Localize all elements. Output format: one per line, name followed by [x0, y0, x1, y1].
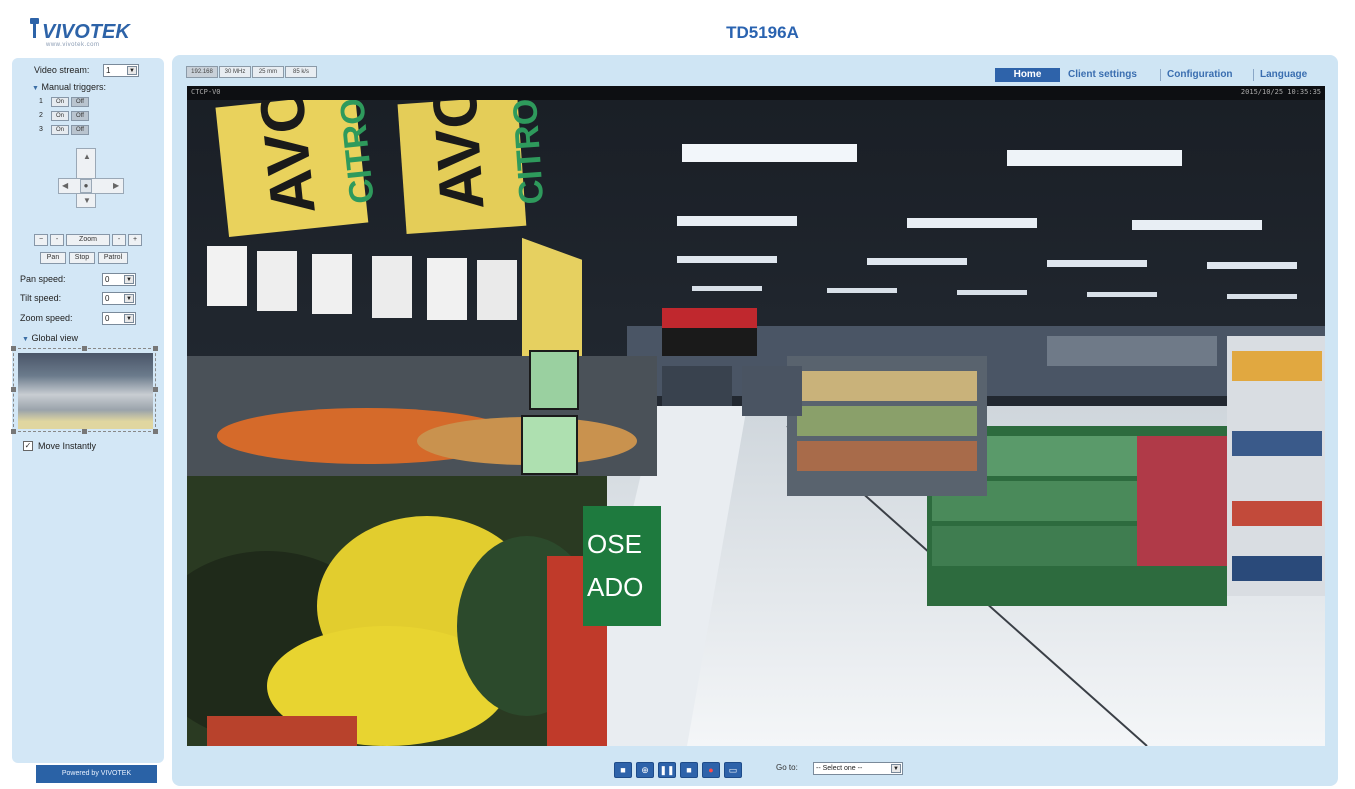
zoom-in-button[interactable]: + [128, 234, 142, 246]
pan-button[interactable]: Pan [40, 252, 66, 264]
collapse-triangle-icon: ▼ [32, 85, 39, 92]
zoom-step-in-button[interactable]: - [112, 234, 126, 246]
video-sign-text: OSE [587, 529, 642, 559]
pan-speed-value: 0 [105, 275, 110, 284]
video-stream-label: Video stream: [34, 65, 90, 75]
stream-tab-3[interactable]: 25 mm [252, 66, 284, 78]
goto-label: Go to: [776, 763, 798, 772]
fullscreen-button[interactable]: ▭ [724, 762, 742, 778]
stop-video-button[interactable]: ■ [680, 762, 698, 778]
trigger-2-off-button[interactable]: Off [71, 111, 89, 121]
chevron-down-icon: ▼ [124, 294, 134, 303]
pause-button[interactable]: ❚❚ [658, 762, 676, 778]
global-view-thumbnail[interactable] [18, 353, 153, 429]
logo-tagline: www.vivotek.com [46, 42, 100, 48]
tilt-speed-select[interactable]: 0 ▼ [102, 292, 136, 305]
goto-value: -- Select one -- [816, 765, 863, 772]
nav-configuration[interactable]: Configuration [1167, 68, 1233, 82]
snapshot-button[interactable]: ■ [614, 762, 632, 778]
arrow-right-icon[interactable]: ▶ [113, 181, 119, 190]
app-root: VIVOTEK www.vivotek.com Video stream: 1 … [0, 0, 1355, 789]
page-title: TD5196A [726, 23, 799, 42]
trigger-index-1: 1 [39, 98, 43, 105]
digital-zoom-button[interactable]: ⊕ [636, 762, 654, 778]
arrow-left-icon[interactable]: ◀ [62, 181, 68, 190]
video-scene: AVO CITRON AVO CITRON OSE ADO [187, 86, 1325, 746]
arrow-down-icon[interactable]: ▼ [83, 196, 91, 205]
video-caption-left: CTCP-V0 [191, 88, 221, 96]
goto-select[interactable]: -- Select one -- ▼ [813, 762, 903, 775]
tilt-speed-value: 0 [105, 294, 110, 303]
stream-tab-2[interactable]: 30 MHz [219, 66, 251, 78]
stop-button[interactable]: Stop [69, 252, 95, 264]
global-view-header[interactable]: ▼ Global view [22, 333, 78, 343]
nav-language[interactable]: Language [1260, 68, 1307, 82]
chevron-down-icon: ▼ [124, 314, 134, 323]
resize-handle[interactable] [11, 429, 16, 434]
resize-handle[interactable] [153, 387, 158, 392]
collapse-triangle-icon: ▼ [22, 336, 29, 343]
powered-by-badge: Powered by VIVOTEK [36, 765, 157, 783]
record-icon: ● [708, 765, 714, 775]
move-instantly-label: Move Instantly [38, 441, 97, 451]
svg-text:AVO: AVO [420, 86, 498, 212]
stop-icon: ■ [686, 765, 692, 775]
video-caption-bar: CTCP-V0 2015/10/25 10:35:35 [187, 86, 1325, 100]
zoom-speed-select[interactable]: 0 ▼ [102, 312, 136, 325]
chevron-down-icon: ▼ [124, 275, 134, 284]
fullscreen-icon: ▭ [728, 765, 738, 775]
nav-home[interactable]: Home [995, 68, 1060, 82]
chevron-down-icon: ▼ [127, 66, 137, 75]
pause-icon: ❚❚ [659, 765, 675, 775]
stream-tab-4[interactable]: 85 k/s [285, 66, 317, 78]
left-panel: VIVOTEK www.vivotek.com Video stream: 1 … [0, 0, 170, 789]
resize-handle[interactable] [153, 429, 158, 434]
record-button[interactable]: ● [702, 762, 720, 778]
tilt-speed-label: Tilt speed: [20, 293, 62, 303]
patrol-button[interactable]: Patrol [98, 252, 128, 264]
trigger-1-on-button[interactable]: On [51, 97, 69, 107]
zoom-speed-value: 0 [105, 314, 110, 323]
nav-separator [1253, 69, 1254, 81]
logo-text: VIVOTEK [42, 21, 131, 43]
video-timestamp: 2015/10/25 10:35:35 [1240, 88, 1321, 96]
zoom-step-out-button[interactable]: - [50, 234, 64, 246]
trigger-index-2: 2 [39, 112, 43, 119]
manual-triggers-header[interactable]: ▼ Manual triggers: [32, 82, 106, 92]
zoom-speed-label: Zoom speed: [20, 313, 73, 323]
resize-handle[interactable] [11, 387, 16, 392]
video-stream-select[interactable]: 1 ▼ [103, 64, 139, 77]
resize-handle[interactable] [82, 346, 87, 351]
chevron-down-icon: ▼ [891, 764, 901, 773]
svg-text:CITRON: CITRON [504, 86, 551, 206]
svg-text:ADO: ADO [587, 572, 643, 602]
resize-handle[interactable] [82, 429, 87, 434]
magnify-icon: ⊕ [641, 765, 649, 775]
global-view-frame[interactable] [13, 348, 156, 432]
arrow-up-icon[interactable]: ▲ [83, 152, 91, 161]
trigger-2-on-button[interactable]: On [51, 111, 69, 121]
zoom-out-button[interactable]: − [34, 234, 48, 246]
nav-client-settings[interactable]: Client settings [1068, 68, 1137, 82]
resize-handle[interactable] [11, 346, 16, 351]
home-position-button[interactable]: ● [80, 179, 92, 193]
move-instantly-checkbox[interactable]: ✓ [23, 441, 33, 451]
trigger-3-off-button[interactable]: Off [71, 125, 89, 135]
resize-handle[interactable] [153, 346, 158, 351]
pan-speed-label: Pan speed: [20, 274, 66, 284]
zoom-label: Zoom [66, 234, 110, 246]
pan-speed-select[interactable]: 0 ▼ [102, 273, 136, 286]
nav-separator [1160, 69, 1161, 81]
svg-text:AVO: AVO [247, 86, 329, 218]
global-view-label: Global view [31, 333, 78, 343]
trigger-1-off-button[interactable]: Off [71, 97, 89, 107]
live-video-view[interactable]: AVO CITRON AVO CITRON OSE ADO CTCP-V0 20… [187, 86, 1325, 746]
manual-triggers-label: Manual triggers: [41, 82, 106, 92]
trigger-index-3: 3 [39, 126, 43, 133]
trigger-3-on-button[interactable]: On [51, 125, 69, 135]
stream-tab-1[interactable]: 192.168 [186, 66, 218, 78]
camera-icon: ■ [620, 765, 626, 775]
video-stream-value: 1 [106, 66, 111, 75]
